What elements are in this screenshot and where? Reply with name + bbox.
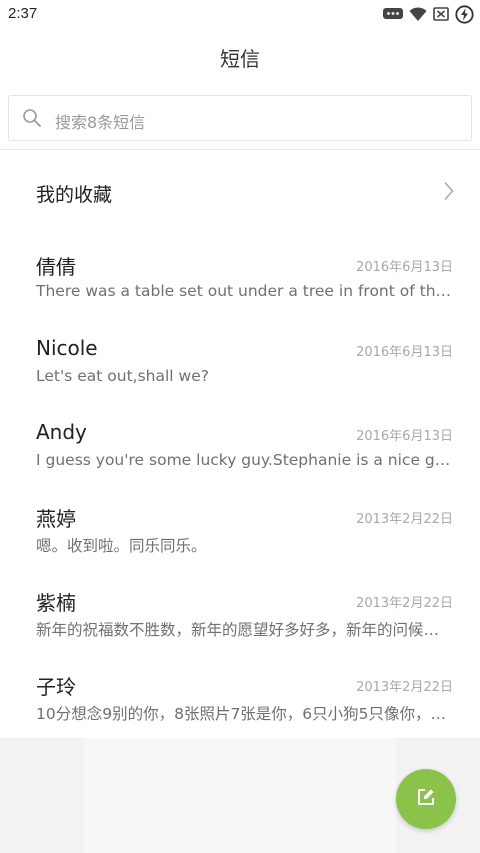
- contact-name: 紫楠: [36, 591, 76, 615]
- message-date: 2013年2月22日: [356, 512, 453, 527]
- page-title: 短信: [220, 46, 260, 71]
- conversation-item[interactable]: Andy 2016年6月13日 I guess you're some luck…: [0, 420, 480, 504]
- message-date: 2016年6月13日: [356, 260, 453, 275]
- no-sim-icon: [433, 7, 449, 21]
- status-time: 2:37: [8, 5, 38, 22]
- conversation-item[interactable]: 紫楠 2013年2月22日 新年的祝福数不胜数，新年的愿望好多好多，新年的问候真…: [0, 587, 480, 671]
- contact-name: Andy: [36, 420, 87, 444]
- bottom-area-center: [84, 738, 396, 853]
- message-date: 2013年2月22日: [356, 680, 453, 695]
- compose-button[interactable]: [396, 769, 456, 829]
- message-preview: I guess you're some lucky guy.Stephanie …: [36, 451, 454, 469]
- message-preview: There was a table set out under a tree i…: [36, 282, 454, 300]
- message-date: 2016年6月13日: [356, 345, 453, 360]
- contact-name: 子玲: [36, 675, 76, 699]
- conversation-item[interactable]: Nicole 2016年6月13日 Let's eat out,shall we…: [0, 336, 480, 420]
- favorites-label: 我的收藏: [36, 184, 113, 206]
- chevron-right-icon: [444, 181, 454, 205]
- conversation-item[interactable]: 燕婷 2013年2月22日 嗯。收到啦。同乐同乐。: [0, 503, 480, 587]
- contact-name: 倩倩: [36, 255, 76, 279]
- chat-bubble-icon: [383, 7, 403, 21]
- conversation-item[interactable]: 倩倩 2016年6月13日 There was a table set out …: [0, 251, 480, 335]
- message-preview: 10分想念9别的你，8张照片7张是你，6只小狗5只像你，4季如春: [36, 705, 454, 723]
- battery-charging-icon: [455, 4, 474, 24]
- message-date: 2013年2月22日: [356, 596, 453, 611]
- favorites-row[interactable]: 我的收藏: [0, 166, 480, 218]
- search-input[interactable]: 搜索8条短信: [8, 95, 472, 141]
- title-bar: 短信: [0, 28, 480, 86]
- contact-name: 燕婷: [36, 507, 76, 531]
- message-date: 2016年6月13日: [356, 429, 453, 444]
- message-preview: 嗯。收到啦。同乐同乐。: [36, 537, 207, 555]
- message-preview: Let's eat out,shall we?: [36, 367, 209, 385]
- status-bar: 2:37: [0, 0, 480, 28]
- search-placeholder: 搜索8条短信: [55, 113, 146, 132]
- divider: [0, 149, 480, 150]
- compose-icon: [416, 787, 436, 811]
- wifi-icon: [409, 6, 427, 22]
- status-icons: [383, 4, 474, 24]
- message-preview: 新年的祝福数不胜数，新年的愿望好多好多，新年的问候真心实意: [36, 621, 454, 639]
- contact-name: Nicole: [36, 336, 98, 360]
- search-icon: [22, 108, 42, 132]
